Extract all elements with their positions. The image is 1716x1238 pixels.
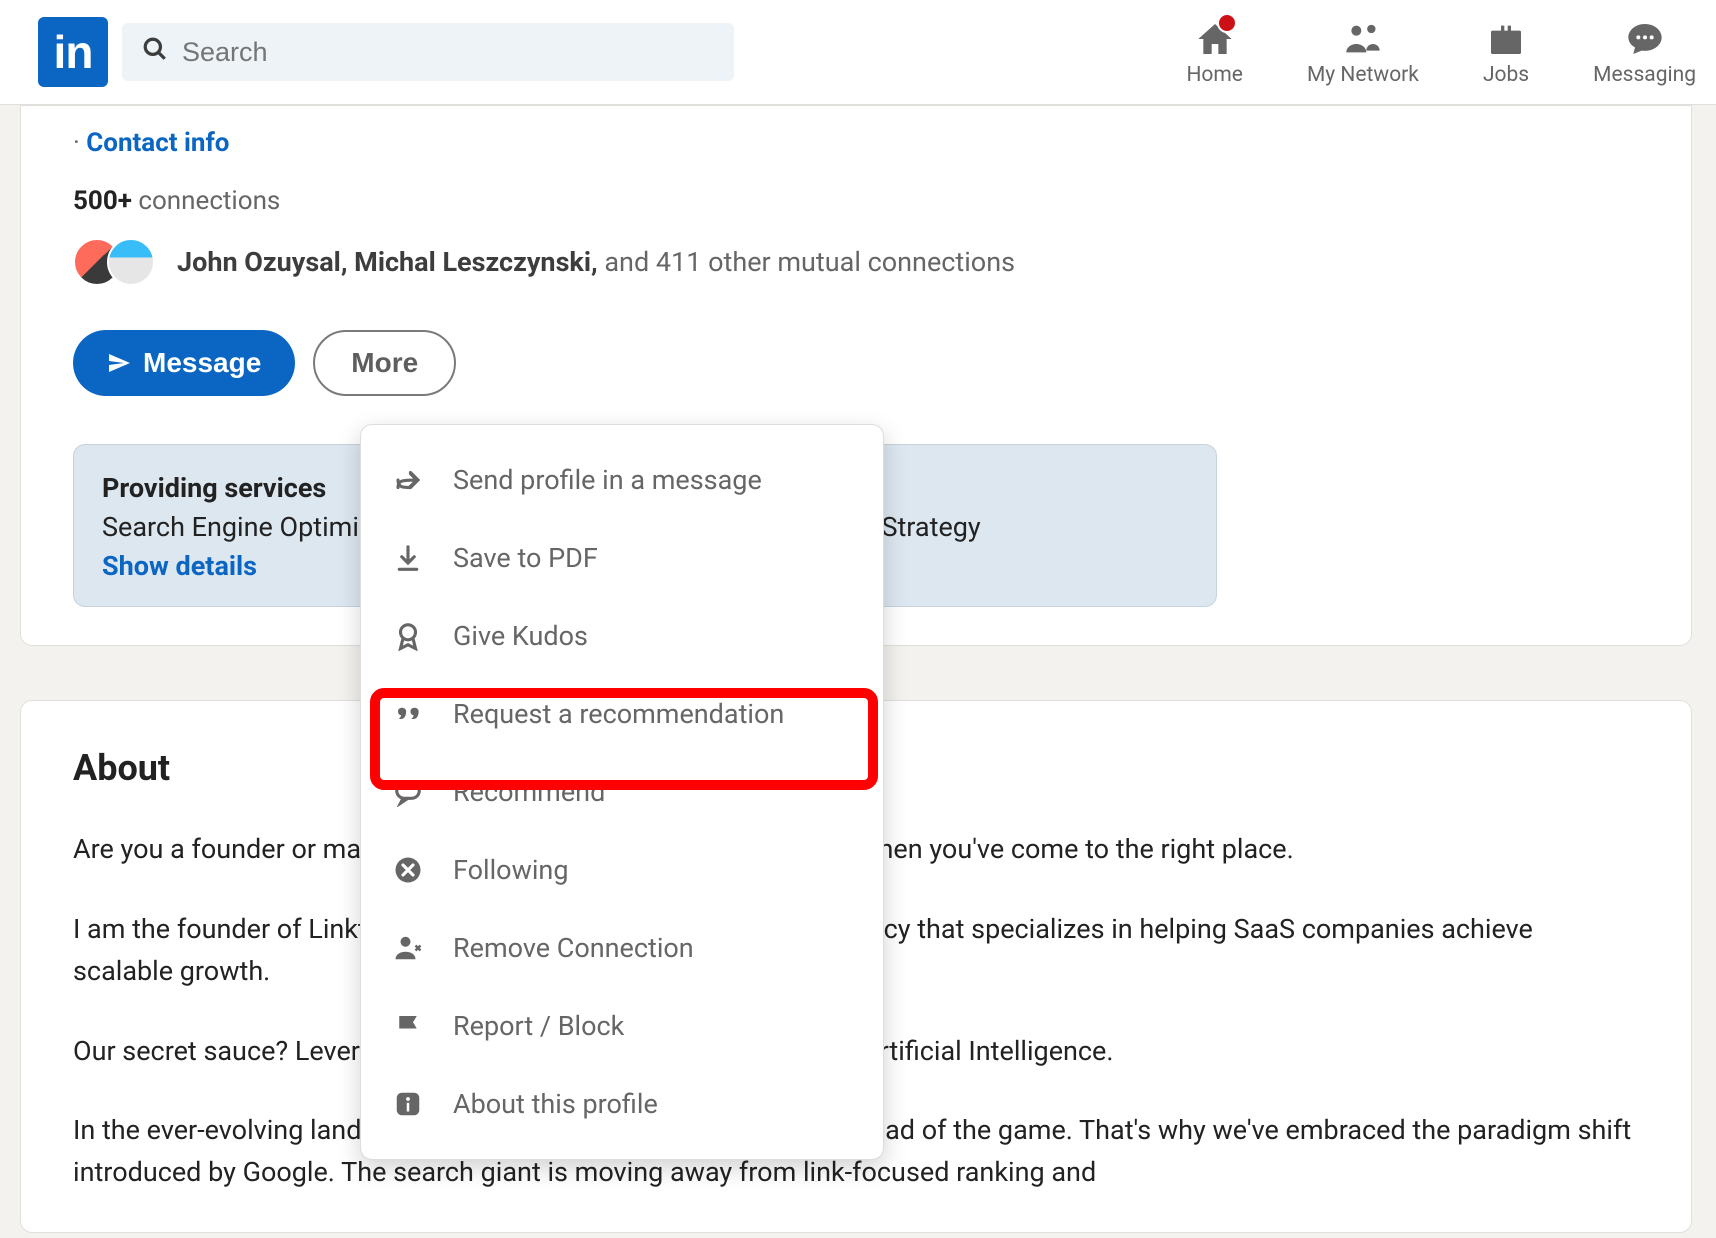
menu-label: Report / Block <box>453 1010 624 1042</box>
menu-request-recommendation[interactable]: Request a recommendation <box>361 675 883 753</box>
menu-label: Following <box>453 854 569 886</box>
x-circle-icon <box>389 851 427 889</box>
nav-network-label: My Network <box>1307 63 1419 87</box>
menu-label: About this profile <box>453 1088 658 1120</box>
top-navbar: in Home My Network Jobs <box>0 0 1716 105</box>
menu-label: Remove Connection <box>453 932 694 964</box>
info-icon <box>389 1085 427 1123</box>
avatar <box>107 238 155 286</box>
nav-jobs-label: Jobs <box>1483 63 1529 87</box>
person-remove-icon <box>389 929 427 967</box>
menu-about-profile[interactable]: About this profile <box>361 1065 883 1143</box>
menu-label: Save to PDF <box>453 542 598 574</box>
menu-send-profile[interactable]: Send profile in a message <box>361 441 883 519</box>
message-button[interactable]: Message <box>73 330 295 396</box>
flag-icon <box>389 1007 427 1045</box>
nav-jobs[interactable]: Jobs <box>1483 17 1529 87</box>
send-icon <box>107 351 131 375</box>
contact-info-link[interactable]: Contact info <box>86 128 229 158</box>
nav-messaging[interactable]: Messaging <box>1593 17 1696 87</box>
more-button[interactable]: More <box>313 330 456 396</box>
menu-label: Request a recommendation <box>453 698 784 730</box>
menu-following[interactable]: Following <box>361 831 883 909</box>
search-input[interactable] <box>182 37 714 68</box>
connections-count[interactable]: 500+ connections <box>73 186 1639 216</box>
contact-row: · Contact info <box>73 128 1639 158</box>
speech-icon <box>389 773 427 811</box>
mutual-connections[interactable]: John Ozuysal, Michal Leszczynski, and 41… <box>73 238 1639 286</box>
award-icon <box>389 617 427 655</box>
mutual-avatars <box>73 238 155 286</box>
search-box[interactable] <box>122 23 734 81</box>
menu-recommend[interactable]: Recommend <box>361 753 883 831</box>
menu-save-pdf[interactable]: Save to PDF <box>361 519 883 597</box>
people-icon <box>1341 17 1385 61</box>
download-icon <box>389 539 427 577</box>
more-dropdown: Send profile in a message Save to PDF Gi… <box>360 424 884 1160</box>
menu-label: Send profile in a message <box>453 464 762 496</box>
nav-network[interactable]: My Network <box>1307 17 1419 87</box>
menu-remove-connection[interactable]: Remove Connection <box>361 909 883 987</box>
briefcase-icon <box>1484 17 1528 61</box>
menu-give-kudos[interactable]: Give Kudos <box>361 597 883 675</box>
menu-label: Recommend <box>453 776 605 808</box>
search-icon <box>142 36 168 68</box>
nav-messaging-label: Messaging <box>1593 63 1696 87</box>
share-arrow-icon <box>389 461 427 499</box>
notification-dot <box>1217 13 1237 33</box>
mutual-names: John Ozuysal, Michal Leszczynski, <box>177 246 604 278</box>
nav-home[interactable]: Home <box>1186 17 1243 87</box>
menu-label: Give Kudos <box>453 620 588 652</box>
menu-report-block[interactable]: Report / Block <box>361 987 883 1065</box>
linkedin-logo[interactable]: in <box>38 17 108 87</box>
chat-icon <box>1623 17 1667 61</box>
quote-icon <box>389 695 427 733</box>
nav-home-label: Home <box>1186 63 1243 87</box>
mutual-rest: and 411 other mutual connections <box>604 246 1015 278</box>
